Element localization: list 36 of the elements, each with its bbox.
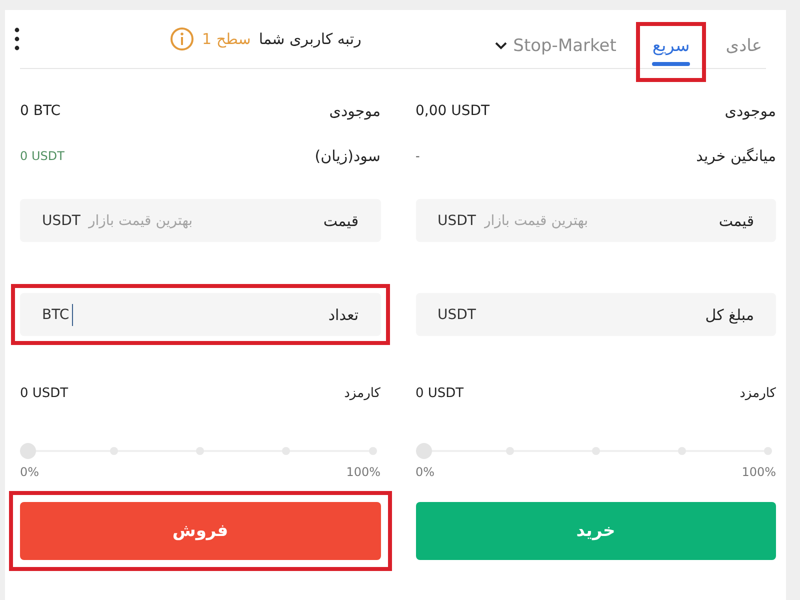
profit-value: 0 USDT (20, 149, 64, 163)
user-level: سطح 1 (202, 30, 251, 48)
fee-label: کارمزد (344, 386, 380, 401)
sell-button[interactable]: فروش (20, 502, 380, 560)
field-label: مبلغ کل (705, 306, 754, 324)
unit-label: USDT (42, 212, 80, 228)
unit-label: BTC (42, 306, 70, 322)
info-label: موجودی (724, 102, 776, 120)
field-label: قیمت (718, 212, 754, 230)
slider-thumb[interactable] (20, 443, 36, 459)
fee-value: 0 USDT (20, 386, 68, 401)
user-rank-label: رتبه کاربری شما (258, 30, 362, 48)
info-value: 0 BTC (20, 103, 60, 119)
info-value: - (416, 149, 420, 163)
fee-label: کارمزد (740, 386, 776, 401)
unit-label: USDT (438, 306, 476, 322)
tab[interactable]: Stop-Market (491, 30, 620, 68)
tab[interactable]: سریع (648, 30, 694, 68)
max-percent: 100% (742, 465, 776, 479)
unit-label: USDT (438, 212, 476, 228)
info-label: سود(زیان) (314, 147, 380, 165)
fee-value: 0 USDT (416, 386, 464, 401)
info-icon[interactable] (170, 27, 194, 51)
buy-button[interactable]: خرید (416, 502, 776, 560)
info-label: میانگین خرید (696, 147, 776, 165)
min-percent: 0% (416, 465, 435, 479)
tab[interactable]: عادی (722, 30, 766, 68)
info-value: 0,00 USDT (416, 103, 490, 119)
slider-thumb[interactable] (416, 443, 432, 459)
max-percent: 100% (346, 465, 380, 479)
caret-icon (495, 42, 508, 50)
info-label: موجودی (329, 102, 380, 120)
min-percent: 0% (20, 465, 40, 479)
field-label: تعداد (328, 306, 358, 324)
more-menu-icon[interactable] (14, 27, 20, 51)
field-label: قیمت (323, 212, 358, 230)
